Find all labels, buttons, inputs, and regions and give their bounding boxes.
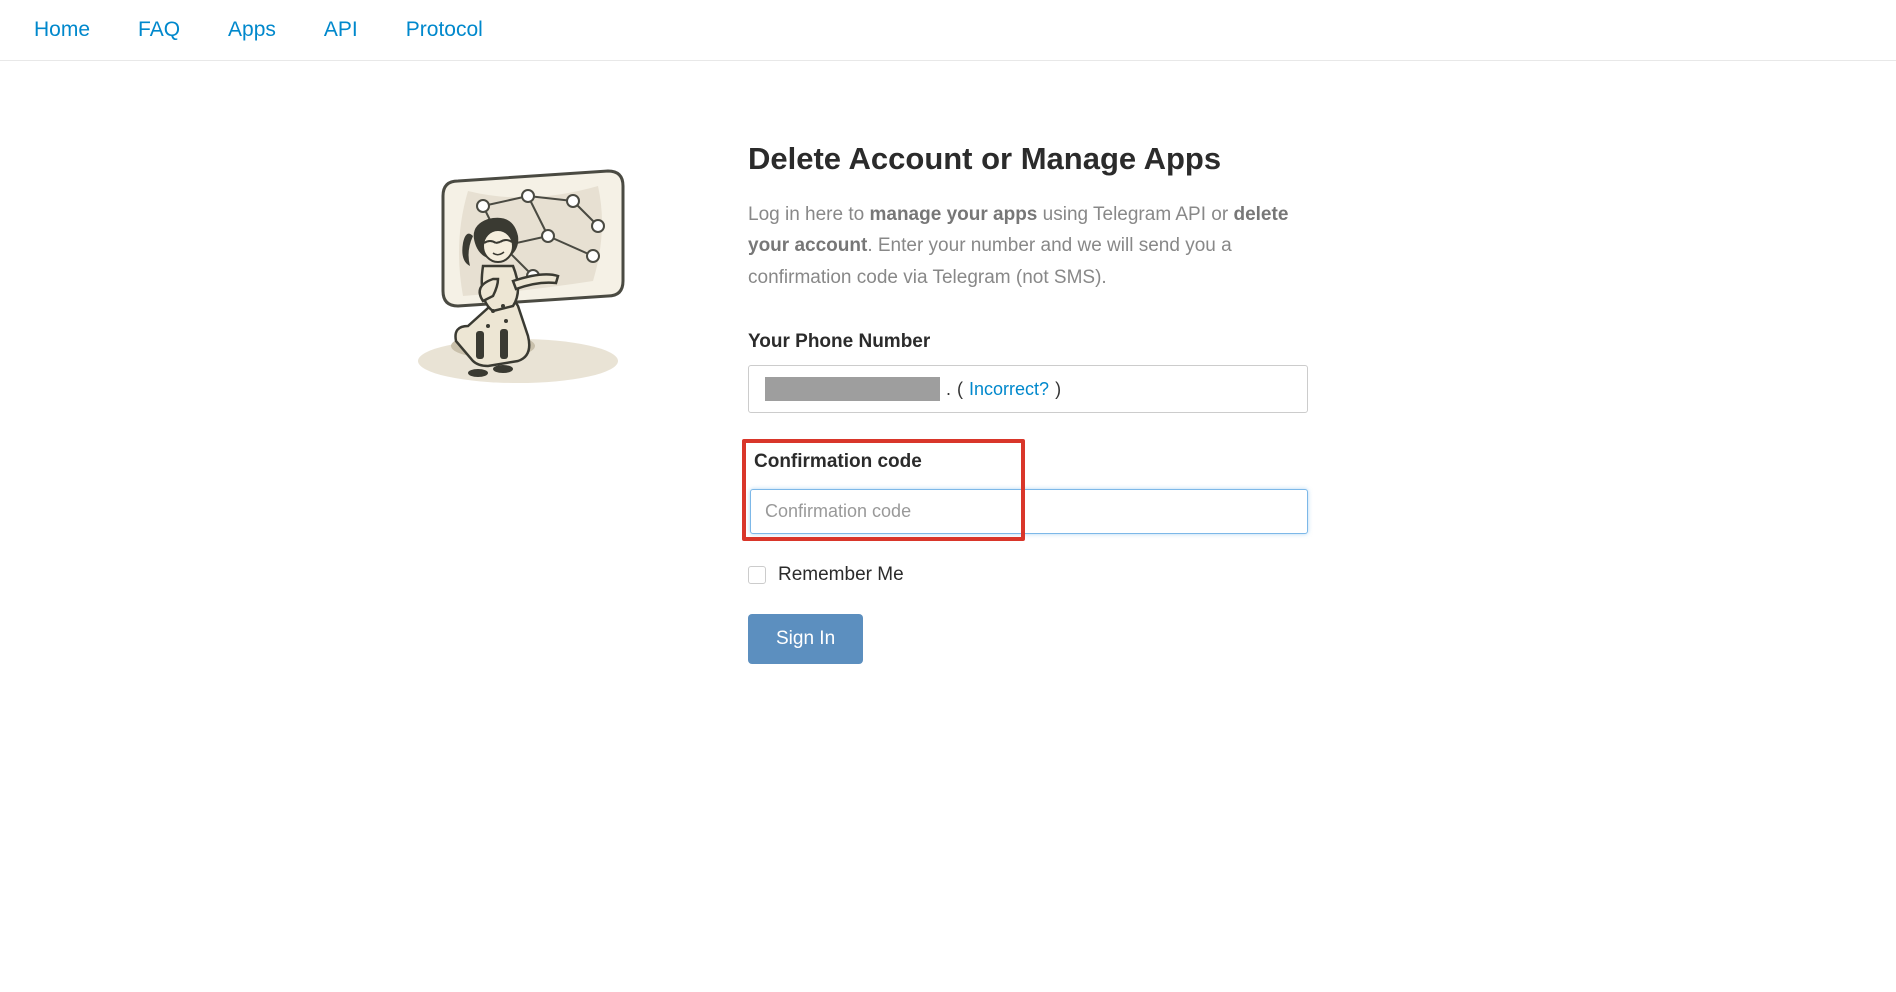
paren-open: (	[957, 379, 963, 400]
sign-in-button[interactable]: Sign In	[748, 614, 863, 664]
main-container: Delete Account or Manage Apps Log in her…	[348, 141, 1548, 664]
code-group: Confirmation code	[748, 439, 1308, 584]
incorrect-link[interactable]: Incorrect?	[969, 379, 1049, 400]
top-nav: Home FAQ Apps API Protocol	[0, 0, 1896, 61]
woman-network-icon	[398, 151, 658, 401]
nav-protocol[interactable]: Protocol	[406, 18, 483, 42]
phone-display: . ( Incorrect?)	[748, 365, 1308, 413]
page-title: Delete Account or Manage Apps	[748, 141, 1308, 177]
intro-text: Log in here to manage your apps using Te…	[748, 199, 1308, 293]
phone-label: Your Phone Number	[748, 331, 1308, 353]
nav-apps[interactable]: Apps	[228, 18, 276, 42]
intro-strong-manage: manage your apps	[869, 204, 1037, 225]
phone-dot: .	[946, 379, 951, 400]
nav-home[interactable]: Home	[34, 18, 90, 42]
nav-api[interactable]: API	[324, 18, 358, 42]
code-label: Confirmation code	[750, 451, 1013, 473]
intro-part: Log in here to	[748, 204, 869, 225]
phone-group: Your Phone Number . ( Incorrect?)	[748, 331, 1308, 413]
highlight-box: Confirmation code	[742, 439, 1025, 541]
hero-illustration	[368, 141, 688, 664]
content-column: Delete Account or Manage Apps Log in her…	[748, 141, 1308, 664]
paren-close: )	[1055, 379, 1061, 400]
phone-redacted-block	[765, 377, 940, 401]
nav-faq[interactable]: FAQ	[138, 18, 180, 42]
intro-part: using Telegram API or	[1037, 204, 1233, 225]
